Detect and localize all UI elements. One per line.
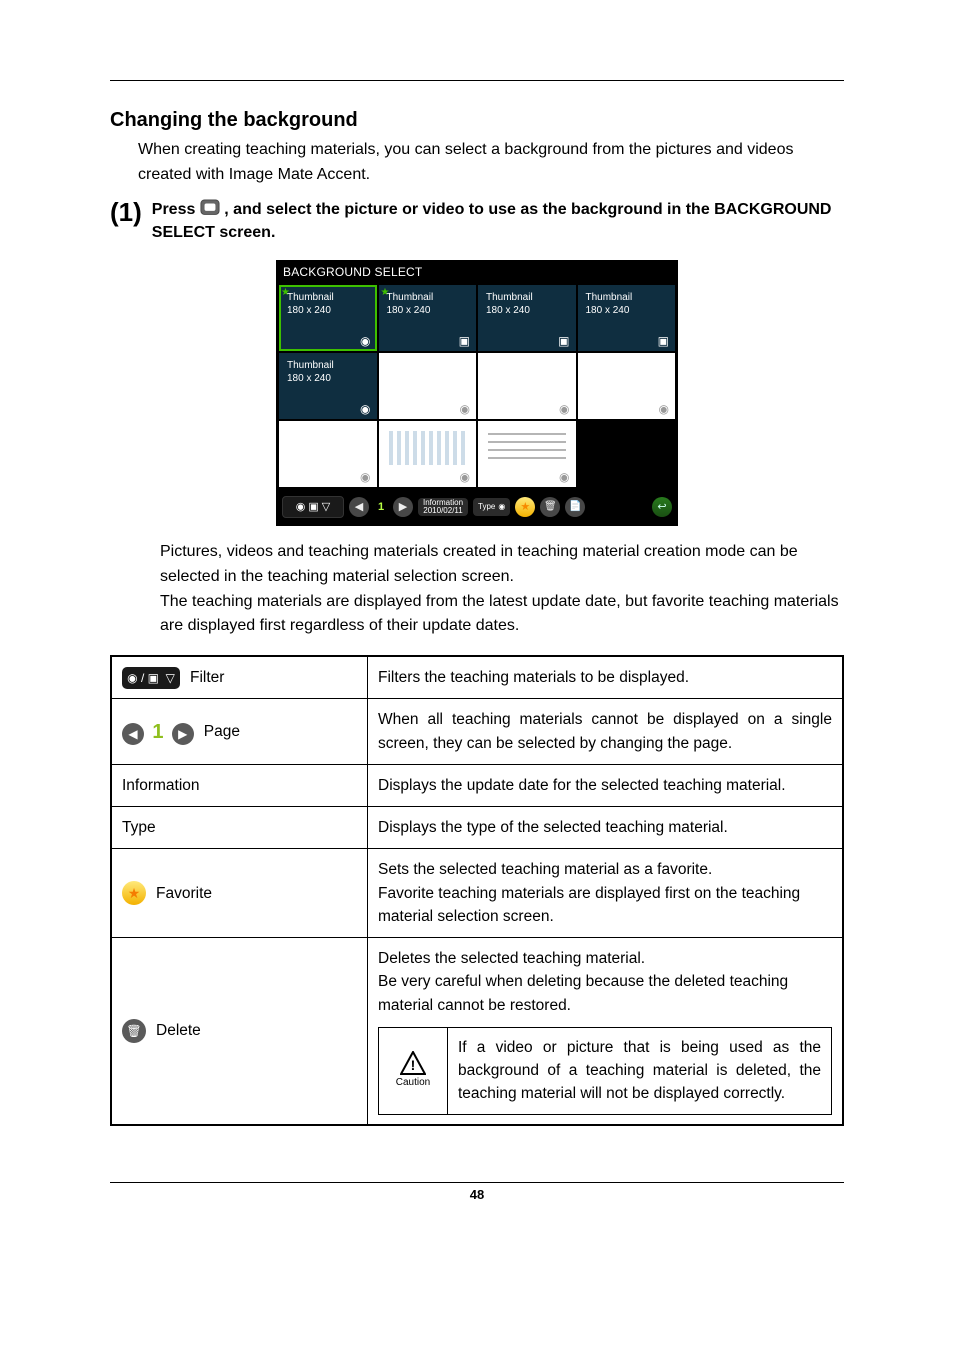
table-row: ★ Favorite Sets the selected teaching ma… <box>111 849 843 938</box>
thumbnail: Thumbnail 180 x 240 ▣ <box>578 285 676 351</box>
video-icon: ▣ <box>459 334 470 348</box>
favorite-label: Favorite <box>156 882 212 905</box>
thumbnail-template: ◉ <box>478 421 576 487</box>
thumbnail: Thumbnail 180 x 240 ◉ <box>279 353 377 419</box>
intro-paragraph: When creating teaching materials, you ca… <box>138 138 844 188</box>
page-next-icon: ▶ <box>393 497 413 517</box>
thumbnail-empty-slot <box>578 421 676 487</box>
camera-icon: ◉ <box>360 402 370 416</box>
camera-icon: ◉ <box>460 402 470 416</box>
trash-icon: 🗑 <box>540 497 560 517</box>
video-icon: ▣ <box>558 334 569 348</box>
camera-icon: ◉ <box>559 402 569 416</box>
camera-icon: ◉ <box>498 502 505 511</box>
type-label: Type <box>111 807 368 849</box>
trash-icon: 🗑 <box>122 1019 146 1043</box>
feature-table: ◉ / ▣ ▽ Filter Filters the teaching mate… <box>110 655 844 1126</box>
page-number-icon: 1 <box>148 721 167 743</box>
step-1: (1) Press , and select the picture or vi… <box>110 198 844 244</box>
delete-label: Delete <box>156 1019 201 1042</box>
desc-b: The teaching materials are displayed fro… <box>160 593 839 635</box>
thumbnail-empty: ◉ <box>279 421 377 487</box>
type-desc: Displays the type of the selected teachi… <box>368 807 844 849</box>
step-text-a: Press <box>152 201 200 218</box>
thumbnail-label: Thumbnail <box>287 292 334 303</box>
filter-label: Filter <box>190 666 224 689</box>
thumbnail-size: 180 x 240 <box>387 305 431 316</box>
svg-text:!: ! <box>411 1057 416 1073</box>
camera-icon: ◉ <box>360 334 370 348</box>
thumbnail: Thumbnail 180 x 240 ▣ <box>478 285 576 351</box>
thumbnail-grid: ★ Thumbnail180 x 240 ◉ ★ Thumbnail180 x … <box>277 283 677 489</box>
delete-desc-b: Be very careful when deleting because th… <box>378 970 832 1017</box>
filter-icon: ◉ / ▣ ▽ <box>122 667 180 689</box>
thumbnail-size: 180 x 240 <box>486 305 530 316</box>
caution-label: Caution <box>396 1075 430 1090</box>
camera-icon: ◉ <box>360 470 370 484</box>
thumbnail-size: 180 x 240 <box>287 305 331 316</box>
background-select-screenshot: BACKGROUND SELECT ★ Thumbnail 180 x 240 ◉… <box>276 260 678 526</box>
caution-text: If a video or picture that is being used… <box>447 1028 831 1114</box>
description-paragraph: Pictures, videos and teaching materials … <box>160 540 844 639</box>
thumbnail: ★ Thumbnail180 x 240 ▣ <box>379 285 477 351</box>
favorite-desc: Sets the selected teaching material as a… <box>368 849 844 938</box>
open-icon: 📄 <box>565 497 585 517</box>
thumbnail-label: Thumbnail <box>387 292 434 303</box>
step-number: (1) <box>110 198 142 227</box>
information-label: Information <box>111 764 368 806</box>
page-prev-icon: ◀ <box>122 723 144 745</box>
page-desc: When all teaching materials cannot be di… <box>368 699 844 765</box>
thumbnail: ★ Thumbnail180 x 240 ◉ <box>279 285 377 351</box>
heading-changing-background: Changing the background <box>110 109 844 132</box>
table-row: Information Displays the update date for… <box>111 764 843 806</box>
caution-box: ! Caution If a video or picture that is … <box>378 1027 832 1115</box>
camera-icon: ◉ <box>659 402 669 416</box>
table-row: Type Displays the type of the selected t… <box>111 807 843 849</box>
return-icon: ↩ <box>652 497 672 517</box>
type-label: Type ◉ <box>473 498 510 516</box>
thumbnail-size: 180 x 240 <box>287 373 331 384</box>
caution-icon: ! Caution <box>379 1028 447 1114</box>
information-label: Information 2010/02/11 <box>418 498 468 516</box>
camera-icon: ◉ <box>559 470 569 484</box>
delete-desc-a: Deletes the selected teaching material. <box>378 947 832 970</box>
favorite-icon: ★ <box>515 497 535 517</box>
thumbnail-label: Thumbnail <box>486 292 533 303</box>
page-prev-icon: ◀ <box>349 497 369 517</box>
page-label: Page <box>204 720 240 743</box>
star-icon: ★ <box>122 881 146 905</box>
step-text: Press , and select the picture or video … <box>152 198 844 244</box>
table-row: 🗑 Delete Deletes the selected teaching m… <box>111 938 843 1125</box>
thumbnail-empty: ◉ <box>478 353 576 419</box>
table-row: ◉ / ▣ ▽ Filter Filters the teaching mate… <box>111 656 843 699</box>
page-number: 1 <box>374 497 388 517</box>
figure-title: BACKGROUND SELECT <box>277 261 677 283</box>
figure-toolbar: ◉ ▣ ▽ ◀ 1 ▶ Information 2010/02/11 Type … <box>277 489 677 525</box>
filter-icon: ◉ ▣ ▽ <box>282 496 344 518</box>
step-text-b: , and select the picture or video to use… <box>152 201 832 241</box>
desc-a: Pictures, videos and teaching materials … <box>160 543 798 585</box>
background-icon <box>200 199 220 215</box>
top-horizontal-rule <box>110 80 844 81</box>
thumbnail-empty: ◉ <box>578 353 676 419</box>
thumbnail-size: 180 x 240 <box>586 305 630 316</box>
page-footer: 48 <box>110 1182 844 1202</box>
information-desc: Displays the update date for the selecte… <box>368 764 844 806</box>
page-next-icon: ▶ <box>172 723 194 745</box>
thumbnail-empty: ◉ <box>379 353 477 419</box>
thumbnail-template: ◉ <box>379 421 477 487</box>
thumbnail-label: Thumbnail <box>287 360 334 371</box>
camera-icon: ◉ <box>460 470 470 484</box>
filter-desc: Filters the teaching materials to be dis… <box>368 656 844 699</box>
thumbnail-label: Thumbnail <box>586 292 633 303</box>
page-icon: ◀ 1 ▶ <box>122 717 194 747</box>
video-icon: ▣ <box>658 334 669 348</box>
table-row: ◀ 1 ▶ Page When all teaching materials c… <box>111 699 843 765</box>
page-number: 48 <box>470 1187 484 1202</box>
